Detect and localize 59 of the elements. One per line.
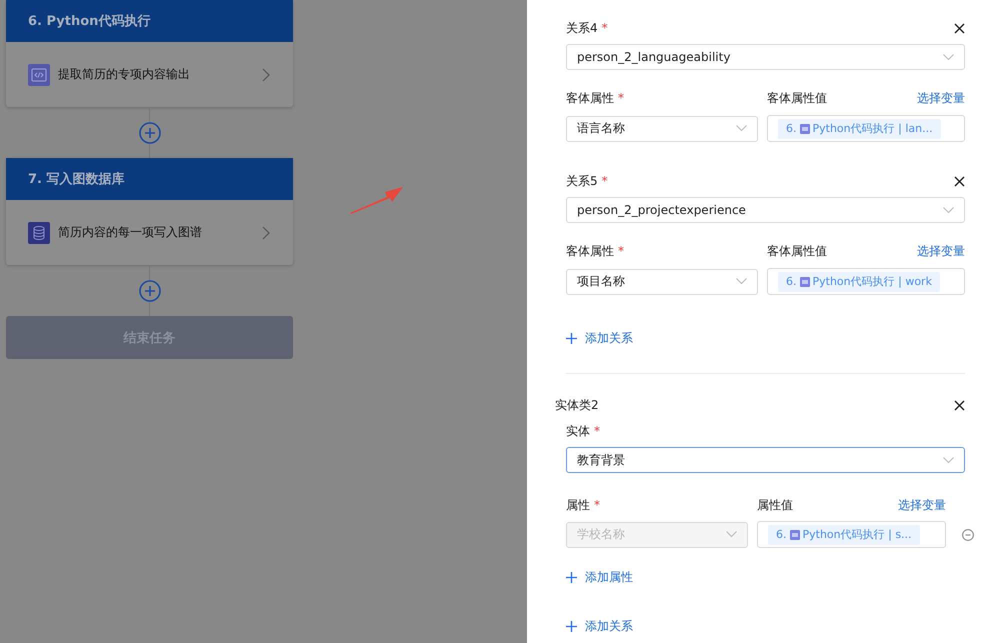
- node-title: 6. Python代码执行: [6, 0, 293, 42]
- add-relation-button[interactable]: 添加关系: [566, 616, 965, 636]
- field-label: 属性: [566, 496, 590, 514]
- field-label: 实体: [566, 422, 590, 440]
- database-icon: [28, 222, 50, 244]
- code-icon: [28, 64, 50, 86]
- code-block-icon: [800, 276, 810, 286]
- chevron-right-icon[interactable]: [261, 226, 271, 240]
- required-mark: *: [594, 424, 600, 438]
- caret-icon: [736, 278, 747, 285]
- plus-icon: [566, 620, 577, 632]
- step-label: 简历内容的每一项写入图谱: [58, 224, 203, 241]
- remove-icon[interactable]: [962, 528, 974, 540]
- required-mark: *: [618, 91, 624, 105]
- step-label: 提取简历的专项内容输出: [58, 66, 191, 83]
- close-icon[interactable]: [954, 400, 965, 410]
- variable-tag[interactable]: 6. Python代码执行 | work: [778, 272, 940, 292]
- field-label: 关系5: [566, 172, 598, 190]
- caret-icon: [943, 456, 954, 464]
- required-mark: *: [602, 174, 608, 188]
- field-label: 属性值: [757, 496, 793, 514]
- entity-select[interactable]: 教育背景: [566, 447, 965, 473]
- flow-node-card[interactable]: 6. Python代码执行 提取简历的专项内容输出: [6, 0, 293, 107]
- required-mark: *: [618, 244, 624, 258]
- code-block-icon: [790, 530, 800, 540]
- required-mark: *: [602, 21, 608, 35]
- add-relation-button[interactable]: 添加关系: [566, 328, 965, 348]
- flow-node-card[interactable]: 7. 写入图数据库 简历内容的每一项写入图谱: [6, 158, 293, 265]
- attribute-select[interactable]: 语言名称: [566, 116, 758, 142]
- field-label: 客体属性: [566, 90, 614, 106]
- plus-icon: [566, 332, 577, 344]
- entity-title: 实体类2: [555, 396, 599, 414]
- field-label: 客体属性: [566, 242, 614, 260]
- caret-icon: [943, 206, 954, 214]
- close-icon[interactable]: [954, 22, 965, 34]
- chevron-right-icon[interactable]: [261, 68, 271, 82]
- attribute-select[interactable]: 项目名称: [566, 268, 758, 294]
- add-step-icon[interactable]: [138, 280, 160, 302]
- relation-select[interactable]: person_2_languageability: [566, 44, 965, 70]
- field-label: 客体属性值: [767, 242, 827, 260]
- plus-icon: [566, 572, 577, 582]
- value-field[interactable]: 6. Python代码执行 | lan...: [767, 115, 965, 142]
- add-attribute-button[interactable]: 添加属性: [566, 567, 965, 587]
- pointer-arrow-icon: [350, 186, 404, 214]
- select-variable-link[interactable]: 选择变量: [917, 90, 965, 106]
- code-block-icon: [800, 124, 810, 134]
- field-label: 关系4: [566, 20, 598, 36]
- select-variable-link[interactable]: 选择变量: [917, 242, 965, 260]
- value-field[interactable]: 6. Python代码执行 | work: [767, 268, 965, 295]
- caret-icon: [726, 531, 737, 538]
- caret-icon: [943, 54, 954, 60]
- required-mark: *: [594, 498, 600, 512]
- caret-icon: [736, 125, 747, 132]
- node-title: 7. 写入图数据库: [6, 158, 293, 200]
- close-icon[interactable]: [954, 176, 965, 186]
- add-step-icon[interactable]: [138, 122, 160, 144]
- relation-select[interactable]: person_2_projectexperience: [566, 197, 965, 223]
- variable-tag[interactable]: 6. Python代码执行 | lan...: [778, 118, 941, 138]
- field-label: 客体属性值: [767, 90, 827, 106]
